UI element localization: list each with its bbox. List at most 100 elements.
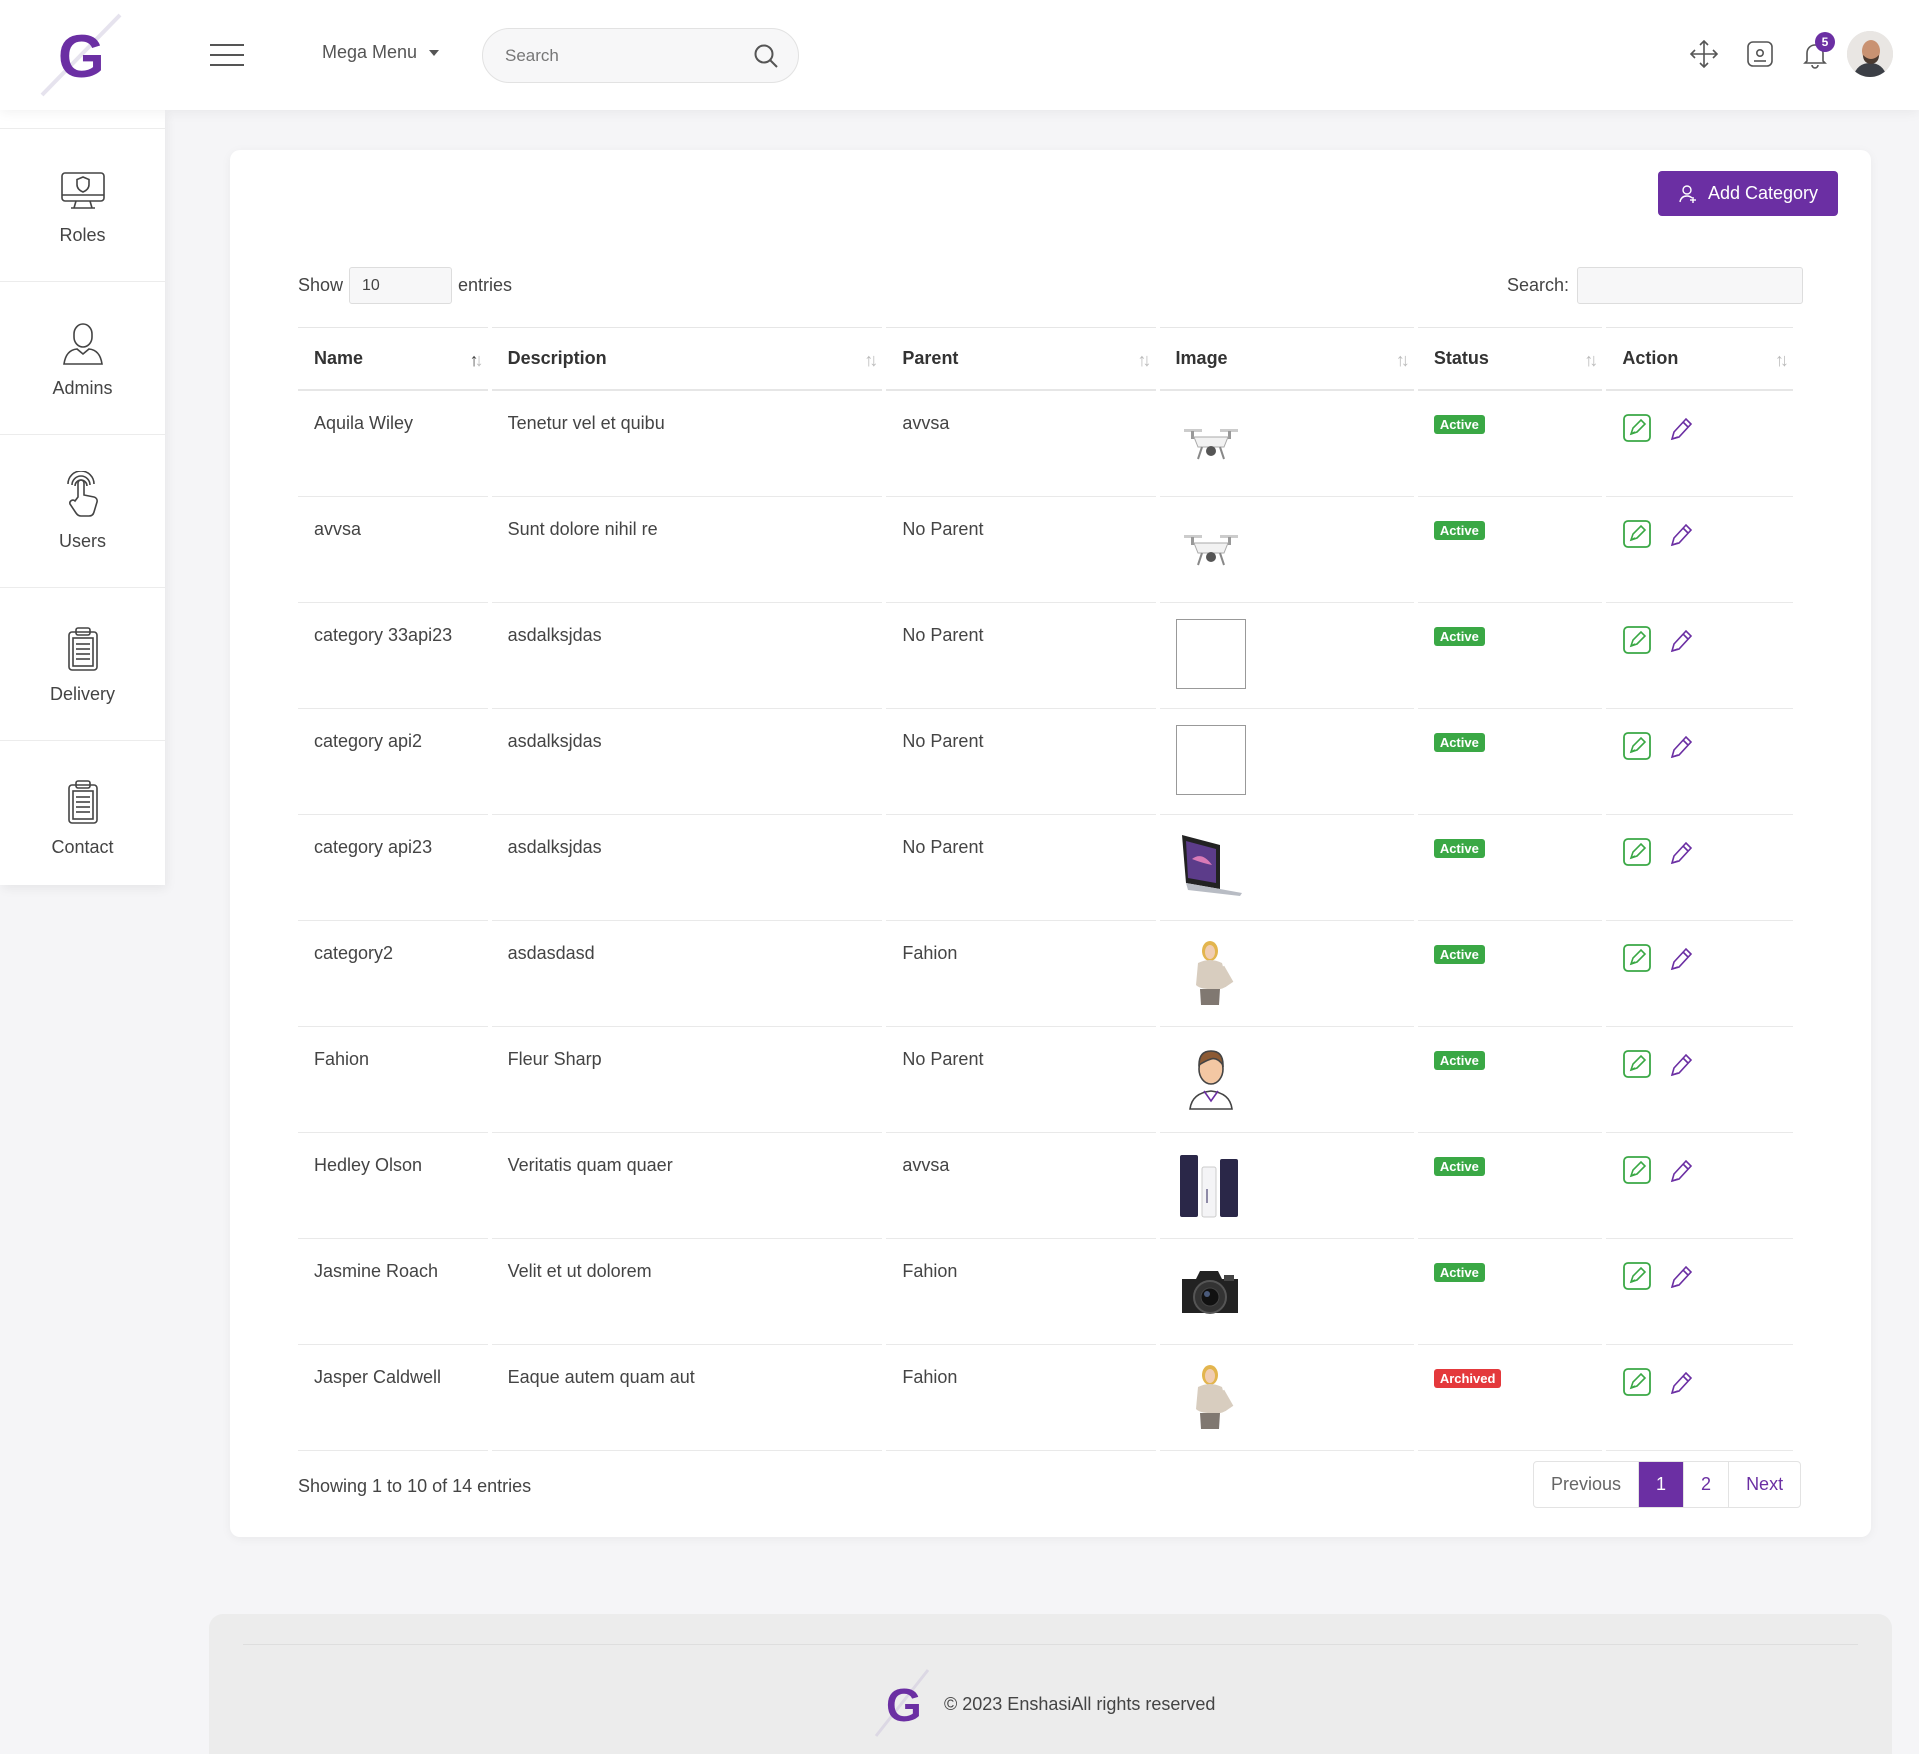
category-image [1176,1149,1414,1219]
cell-parent: Fahion [886,921,1156,1027]
sort-icon: ↑↓ [1584,350,1598,370]
pencil-icon[interactable] [1666,731,1696,761]
notification-count-badge: 5 [1815,32,1835,52]
pencil-icon[interactable] [1666,1155,1696,1185]
table-body: Aquila Wiley Tenetur vel et quibu avvsa Act… [298,391,1793,1451]
row-actions [1622,413,1793,443]
column-header-parent[interactable]: Parent ↑↓ [886,327,1156,391]
pencil-icon[interactable] [1666,1049,1696,1079]
cell-parent: Fahion [886,1345,1156,1451]
cell-parent: avvsa [886,391,1156,497]
category-image [1175,619,1414,689]
edit-icon[interactable] [1622,1049,1652,1079]
cell-image [1159,1239,1414,1345]
edit-icon[interactable] [1622,731,1652,761]
edit-icon[interactable] [1622,519,1652,549]
edit-icon[interactable] [1622,1155,1652,1185]
user-icon [62,322,103,365]
cell-action [1606,815,1793,921]
sidebar-item-delivery[interactable]: Delivery [0,587,165,740]
column-header-action[interactable]: Action ↑↓ [1606,327,1793,391]
pencil-icon[interactable] [1666,625,1696,655]
edit-icon[interactable] [1622,837,1652,867]
sidebar-item-users[interactable]: Users [0,434,165,587]
table-row: category 33api23 asdalksjdas No Parent Acti… [298,603,1793,709]
edit-icon[interactable] [1622,1261,1652,1291]
edit-icon[interactable] [1622,413,1652,443]
user-add-icon [1679,184,1696,203]
category-image [1176,1043,1414,1113]
pencil-icon[interactable] [1666,837,1696,867]
copyright-text: © 2023 EnshasiAll rights reserved [944,1694,1216,1714]
table-info: Showing 1 to 10 of 14 entries [298,1476,532,1496]
column-header-image[interactable]: Image ↑↓ [1159,327,1414,391]
row-actions [1622,1261,1793,1291]
table-row: category api23 asdalksjdas No Parent Active [298,815,1793,921]
hamburger-menu-icon[interactable] [210,44,244,66]
column-header-status[interactable]: Status ↑↓ [1417,327,1603,391]
header-search-input[interactable] [505,43,735,69]
pagination-next[interactable]: Next [1728,1462,1800,1507]
cell-description: Sunt dolore nihil re [491,497,883,603]
cell-name: Jasper Caldwell [298,1345,488,1451]
mega-menu-dropdown[interactable]: Mega Menu [322,42,440,63]
cell-description: Veritatis quam quaer [491,1133,883,1239]
cell-status: Active [1417,391,1603,497]
table-search-input[interactable] [1577,267,1804,304]
fullscreen-move-icon[interactable] [1688,38,1720,70]
user-avatar[interactable] [1847,31,1893,77]
status-badge: Active [1433,415,1485,434]
cell-image [1159,1345,1414,1451]
edit-icon[interactable] [1622,625,1652,655]
pencil-icon[interactable] [1666,413,1696,443]
row-actions [1622,943,1793,973]
cell-description: Tenetur vel et quibu [491,391,883,497]
hand-pointer-icon [66,470,98,517]
caret-down-icon [429,49,440,56]
status-badge: Active [1433,1263,1485,1282]
entries-length-control: Show 10 entries [298,267,512,304]
cell-image [1159,921,1414,1027]
clipboard-icon [67,779,98,824]
footer-divider [243,1644,1858,1645]
table-row: category api2 asdalksjdas No Parent Active [298,709,1793,815]
pencil-icon[interactable] [1666,1367,1696,1397]
search-icon[interactable] [752,42,780,70]
row-actions [1622,1367,1793,1397]
add-category-label: Add Category [1707,183,1819,203]
sidebar-item-roles[interactable]: Roles [0,128,165,281]
cell-image [1159,709,1414,815]
cell-action [1606,709,1793,815]
cell-action [1606,1345,1793,1451]
pencil-icon[interactable] [1666,943,1696,973]
add-category-button[interactable]: Add Category [1658,171,1838,216]
column-label: Action [1622,348,1679,368]
category-image [1176,513,1414,583]
table-row: Jasper Caldwell Eaque autem quam aut Fahio… [298,1345,1793,1451]
pagination-page-1[interactable]: 1 [1638,1462,1684,1507]
settings-box-icon[interactable] [1744,38,1776,70]
category-image [1175,725,1414,795]
pencil-icon[interactable] [1666,519,1696,549]
cell-name: Fahion [298,1027,488,1133]
edit-icon[interactable] [1622,1367,1652,1397]
row-actions [1622,1049,1793,1079]
column-header-description[interactable]: Description ↑↓ [491,327,883,391]
pencil-icon[interactable] [1666,1261,1696,1291]
sidebar-item-contact[interactable]: Contact [0,740,165,893]
status-badge: Active [1433,1051,1485,1070]
entries-select[interactable]: 10 [349,267,453,304]
row-actions [1622,837,1793,867]
sidebar-item-admins[interactable]: Admins [0,281,165,434]
cell-description: asdalksjdas [491,709,883,815]
edit-icon[interactable] [1622,943,1652,973]
pagination-previous[interactable]: Previous [1534,1462,1638,1507]
entries-label: entries [458,275,513,295]
column-header-name[interactable]: Name ↑↓ [298,327,488,391]
cell-status: Archived [1417,1345,1603,1451]
row-actions [1622,625,1793,655]
pagination-page-2[interactable]: 2 [1683,1462,1728,1507]
cell-parent: No Parent [886,815,1156,921]
cell-status: Active [1417,603,1603,709]
brand-logo[interactable]: G [40,10,130,100]
